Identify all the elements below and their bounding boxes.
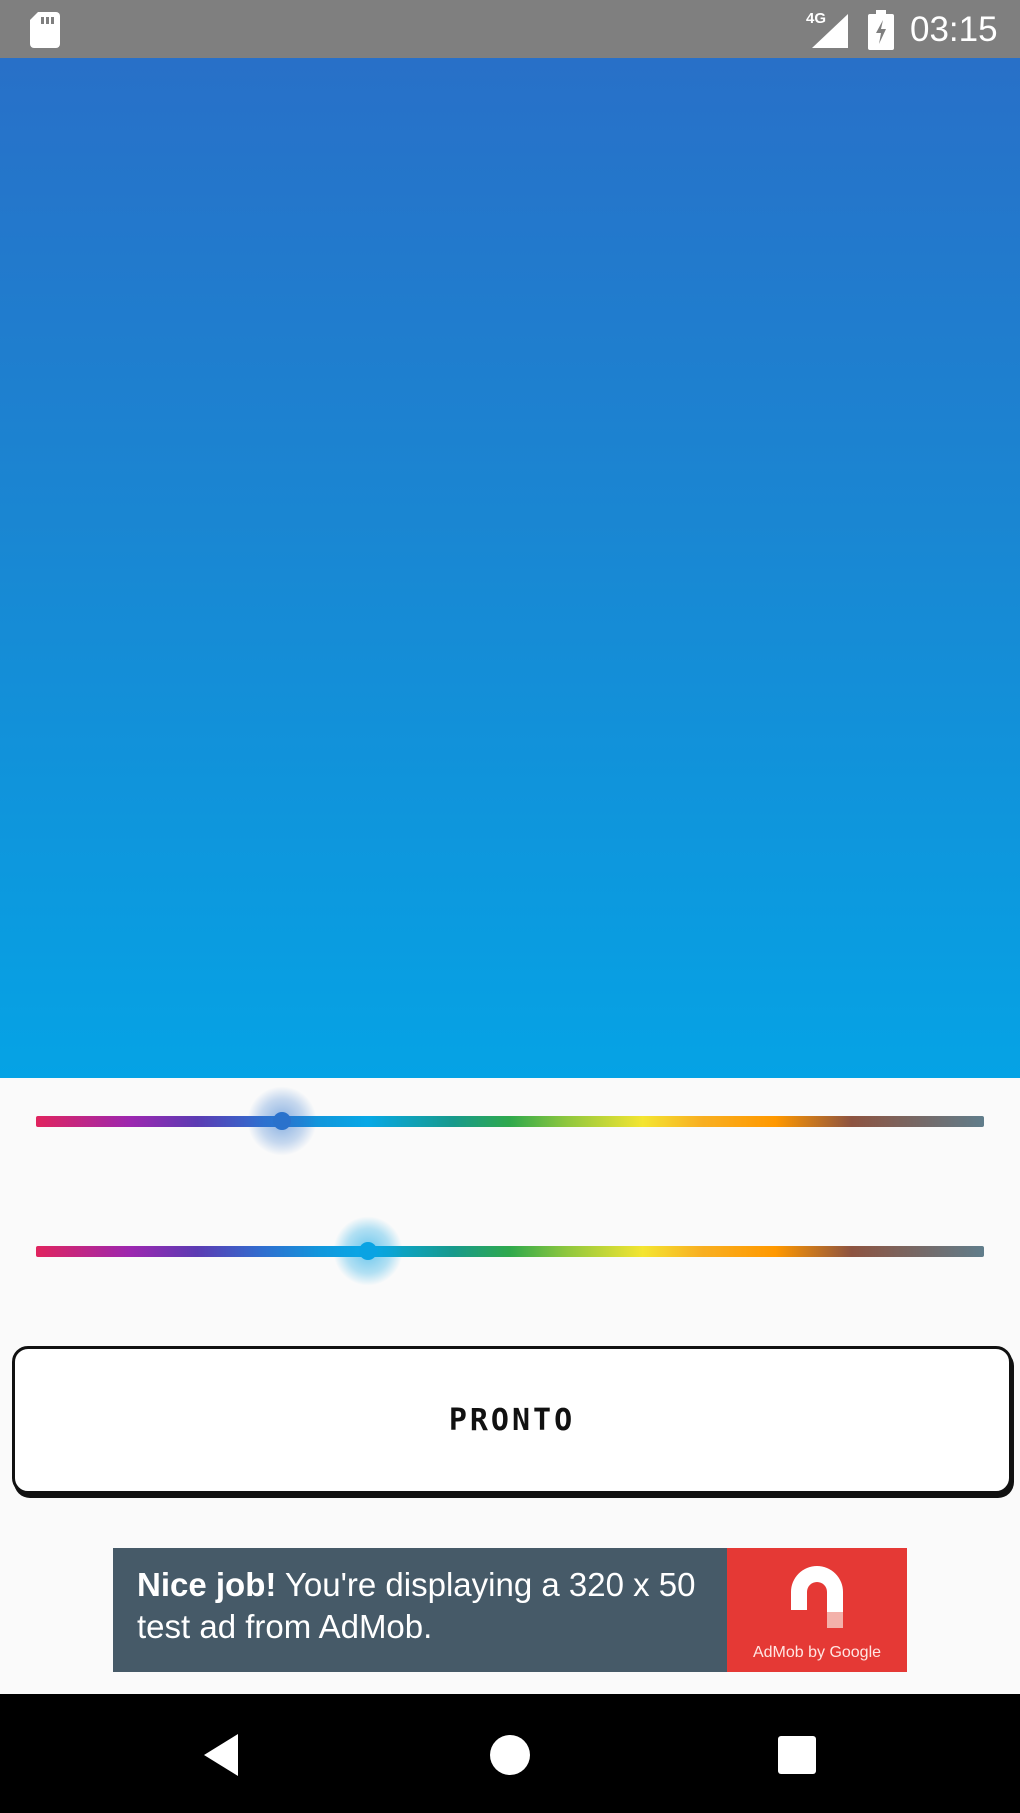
sd-card-icon	[30, 12, 60, 48]
ad-text: Nice job! You're displaying a 320 x 50 t…	[137, 1564, 707, 1648]
slider-track[interactable]	[36, 1246, 984, 1257]
recents-icon[interactable]	[772, 1730, 822, 1780]
signal-icon	[812, 14, 848, 48]
back-icon[interactable]	[198, 1730, 248, 1780]
admob-brand-label: AdMob by Google	[752, 1644, 882, 1661]
battery-charging-icon	[868, 10, 894, 50]
pronto-button-label: PRONTO	[448, 1402, 576, 1438]
color-slider-2[interactable]	[36, 1216, 984, 1286]
navigation-bar	[0, 1694, 1020, 1813]
clock: 03:15	[910, 10, 998, 49]
ad-text-bold: Nice job!	[137, 1566, 277, 1603]
color-slider-1[interactable]	[36, 1086, 984, 1156]
pronto-button[interactable]: PRONTO	[12, 1346, 1012, 1494]
color-preview	[0, 58, 1020, 1078]
ad-banner[interactable]: Nice job! You're displaying a 320 x 50 t…	[113, 1548, 907, 1672]
ad-brand-panel: AdMob by Google	[727, 1548, 907, 1672]
status-bar: 4G 03:15	[0, 0, 1020, 58]
slider-track[interactable]	[36, 1116, 984, 1127]
slider-thumb[interactable]	[273, 1112, 292, 1130]
slider-thumb[interactable]	[358, 1242, 377, 1260]
home-icon[interactable]	[485, 1730, 535, 1780]
admob-logo-icon	[791, 1566, 843, 1628]
